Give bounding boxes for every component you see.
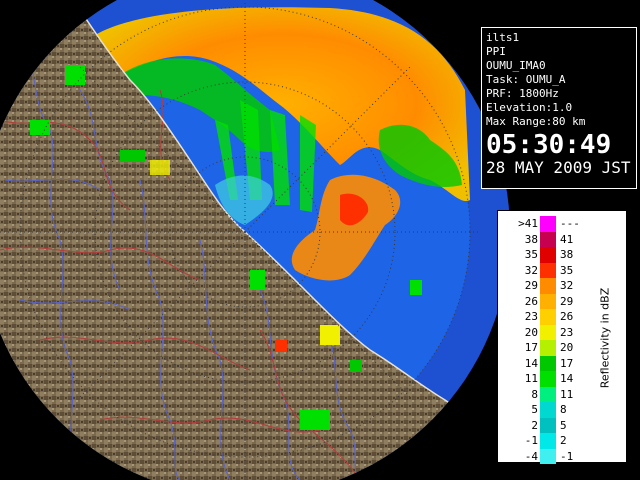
legend-high-value: ---: [560, 217, 580, 230]
legend-high-value: 26: [560, 310, 574, 323]
legend-swatch: [540, 417, 556, 433]
legend-low-value: 2: [531, 418, 538, 432]
scan-date: 28 MAY 2009 JST: [486, 158, 631, 177]
legend-high-value: -1: [560, 449, 574, 463]
legend-swatch: [540, 324, 556, 340]
product-type: PPI: [486, 45, 506, 58]
legend-low-value: 38: [524, 232, 538, 246]
elevation-value: Elevation:1.0: [486, 101, 573, 114]
legend-low-value: 8: [531, 387, 538, 401]
legend-swatch: [540, 433, 556, 449]
legend-high-value: 38: [560, 248, 574, 261]
legend-swatch: [540, 371, 556, 387]
legend-high-value: 32: [560, 279, 574, 292]
legend-low-value: 26: [524, 294, 538, 308]
legend-low-value: >41: [518, 217, 538, 230]
prf-value: PRF: 1800Hz: [486, 87, 559, 100]
legend-low-value: 29: [524, 279, 538, 292]
legend-low-value: -4: [524, 449, 538, 463]
legend-low-value: 35: [524, 248, 538, 261]
legend-swatch: [540, 247, 556, 263]
legend-high-value: 23: [560, 325, 574, 339]
legend-swatch: [540, 386, 556, 402]
legend-swatch: [540, 231, 556, 247]
legend-low-value: 20: [524, 325, 538, 339]
legend-swatch: [540, 216, 556, 232]
legend-swatch: [540, 278, 556, 294]
legend-high-value: 17: [560, 356, 574, 370]
legend-high-value: 5: [560, 418, 567, 432]
legend-low-value: 11: [524, 372, 538, 385]
info-panel: ilts1 PPI OUMU_IMA0 Task: OUMU_A PRF: 18…: [481, 27, 637, 189]
legend-high-value: 20: [560, 341, 574, 354]
legend-high-value: 41: [560, 232, 574, 246]
max-range-value: Max Range:80 km: [486, 115, 586, 128]
reflectivity-legend: >41 --- 38 41 35 38 32 35 29 32 26 29 23 26 20 23 17 20 14…: [497, 210, 627, 464]
legend-axis: Reflectivity in dBZ: [587, 216, 623, 460]
legend-low-value: 23: [524, 310, 538, 323]
legend-low-value: -1: [524, 434, 538, 447]
legend-axis-label: Reflectivity in dBZ: [598, 287, 612, 389]
legend-swatch: [540, 340, 556, 356]
legend-swatch: [540, 293, 556, 309]
legend-swatch: [540, 355, 556, 371]
legend-high-value: 29: [560, 294, 574, 308]
legend-high-value: 14: [560, 372, 574, 385]
legend-high-value: 2: [560, 434, 567, 447]
legend-low-value: 32: [524, 263, 538, 277]
site-name: ilts1: [486, 31, 520, 44]
legend-high-value: 11: [560, 387, 574, 401]
legend-high-value: 35: [560, 263, 574, 277]
legend-high-value: 8: [560, 403, 567, 416]
legend-swatch: [540, 309, 556, 325]
legend-low-value: 17: [524, 341, 538, 354]
legend-low-value: 14: [524, 356, 538, 370]
scan-time: 05:30:49: [486, 130, 612, 160]
legend-swatch: [540, 448, 556, 464]
volume-name: OUMU_IMA0: [486, 59, 546, 72]
legend-swatch: [540, 402, 556, 418]
legend-swatch: [540, 262, 556, 278]
task-name: Task: OUMU_A: [486, 73, 566, 86]
legend-low-value: 5: [531, 403, 538, 416]
